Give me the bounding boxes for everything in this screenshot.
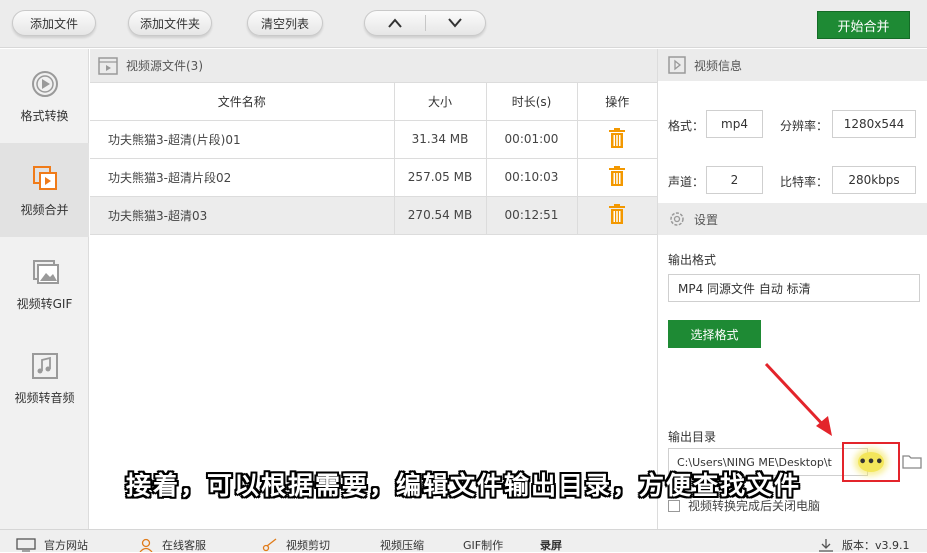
files-panel: 视频源文件(3) 文件名称 大小 时长(s) 操作 功夫熊猫3-超清(片段)01… <box>90 49 657 529</box>
resolution-value: 1280x544 <box>832 110 916 138</box>
bitrate-label: 比特率： <box>780 175 829 189</box>
file-duration: 00:01:00 <box>486 120 578 159</box>
close-after-label: 视频转换完成后关闭电脑 <box>688 499 821 513</box>
table-header-row: 文件名称 大小 时长(s) 操作 <box>90 83 657 121</box>
nav-video-to-audio[interactable]: 视频转音频 <box>0 331 89 425</box>
output-format-label: 输出格式 <box>668 253 717 267</box>
music-icon <box>31 352 58 379</box>
close-after-checkbox[interactable] <box>668 499 680 512</box>
image-icon <box>32 259 59 284</box>
folder-icon[interactable] <box>902 453 922 469</box>
output-dir-input[interactable]: C:\Users\NING ME\Desktop\t <box>668 448 868 476</box>
video-edit-label: 视频剪切 <box>286 539 330 552</box>
status-bar: 官方网站 在线客服 视频剪切 视频压缩 GIF制作 录屏 版本：v3.9.1 <box>0 529 927 552</box>
website-label: 官方网站 <box>44 539 88 552</box>
nav-video-to-gif[interactable]: 视频转GIF <box>0 237 89 331</box>
trash-icon[interactable] <box>608 127 626 148</box>
delete-action-cell <box>577 158 657 197</box>
table-row[interactable]: 功夫熊猫3-超清(片段)01 31.34 MB 00:01:00 <box>90 120 657 159</box>
file-size: 31.34 MB <box>394 120 487 159</box>
video-info-icon <box>668 56 686 74</box>
video-compress-label: 视频压缩 <box>380 539 424 552</box>
version-info: 版本：v3.9.1 <box>818 537 910 553</box>
record-link[interactable]: 录屏 <box>540 537 562 553</box>
scissors-icon <box>262 538 277 552</box>
video-compress-link[interactable]: 视频压缩 <box>380 537 424 553</box>
bitrate-value: 280kbps <box>832 166 916 194</box>
files-panel-header: 视频源文件(3) <box>90 49 657 83</box>
gif-make-link[interactable]: GIF制作 <box>463 537 503 553</box>
column-header-action: 操作 <box>577 83 657 121</box>
output-dir-label: 输出目录 <box>668 430 717 444</box>
monitor-icon <box>16 538 36 552</box>
file-name: 功夫熊猫3-超清03 <box>90 196 395 235</box>
delete-action-cell <box>577 120 657 159</box>
file-size: 257.05 MB <box>394 158 487 197</box>
format-value: mp4 <box>706 110 763 138</box>
file-name: 功夫熊猫3-超清片段02 <box>90 158 395 197</box>
move-up-button[interactable] <box>365 11 425 35</box>
column-header-size: 大小 <box>394 83 487 121</box>
move-buttons <box>364 10 486 36</box>
video-edit-link[interactable]: 视频剪切 <box>262 537 330 553</box>
nav-label: 格式转换 <box>20 108 69 123</box>
column-header-duration: 时长(s) <box>486 83 578 121</box>
gear-icon <box>670 212 684 226</box>
files-panel-title: 视频源文件(3) <box>126 59 203 73</box>
add-folder-button[interactable]: 添加文件夹 <box>128 10 212 36</box>
nav-label: 视频转音频 <box>14 390 75 405</box>
start-merge-button[interactable]: 开始合并 <box>817 11 910 39</box>
add-file-button[interactable]: 添加文件 <box>12 10 96 36</box>
merge-video-icon <box>32 165 57 190</box>
video-file-icon <box>98 56 118 75</box>
red-arrow-annotation <box>764 362 832 436</box>
nav-video-merge[interactable]: 视频合并 <box>0 143 89 237</box>
sidebar: 格式转换 视频合并 视频转GIF 视频转音频 <box>0 49 89 529</box>
output-format-select[interactable]: MP4 同源文件 自动 标清 <box>668 274 920 302</box>
play-circle-icon <box>31 70 58 97</box>
gif-make-label: GIF制作 <box>463 539 504 552</box>
trash-icon[interactable] <box>608 203 626 224</box>
table-row[interactable]: 功夫熊猫3-超清03 270.54 MB 00:12:51 <box>90 196 657 235</box>
download-icon <box>819 539 833 552</box>
nav-label: 视频转GIF <box>16 296 73 311</box>
toolbar: 添加文件 添加文件夹 清空列表 开始合并 <box>0 0 927 48</box>
chevron-down-icon <box>448 18 462 28</box>
video-info-title: 视频信息 <box>694 58 743 73</box>
file-size: 270.54 MB <box>394 196 487 235</box>
file-name: 功夫熊猫3-超清(片段)01 <box>90 120 395 159</box>
record-label: 录屏 <box>540 539 562 552</box>
settings-header: 设置 <box>658 203 927 235</box>
file-table: 文件名称 大小 时长(s) 操作 功夫熊猫3-超清(片段)01 31.34 MB… <box>90 83 657 235</box>
chevron-up-icon <box>387 18 402 28</box>
settings-title: 设置 <box>694 212 719 227</box>
channels-label: 声道： <box>668 175 705 189</box>
support-label: 在线客服 <box>162 539 206 552</box>
nav-format-convert[interactable]: 格式转换 <box>0 49 89 143</box>
delete-action-cell <box>577 196 657 235</box>
file-duration: 00:12:51 <box>486 196 578 235</box>
info-panel: 视频信息 格式： mp4 分辨率： 1280x544 声道： 2 比特率： 28… <box>657 49 927 529</box>
resolution-label: 分辨率： <box>780 119 829 133</box>
clear-list-button[interactable]: 清空列表 <box>247 10 323 36</box>
website-link[interactable]: 官方网站 <box>16 537 88 553</box>
support-link[interactable]: 在线客服 <box>138 537 206 553</box>
channels-value: 2 <box>706 166 763 194</box>
table-row[interactable]: 功夫熊猫3-超清片段02 257.05 MB 00:10:03 <box>90 158 657 197</box>
choose-format-button[interactable]: 选择格式 <box>668 320 761 348</box>
video-info-header: 视频信息 <box>658 49 927 81</box>
column-header-name: 文件名称 <box>90 83 395 121</box>
nav-label: 视频合并 <box>20 202 69 217</box>
move-down-button[interactable] <box>425 11 485 35</box>
user-icon <box>139 538 153 552</box>
trash-icon[interactable] <box>608 165 626 186</box>
close-after-option[interactable]: 视频转换完成后关闭电脑 <box>668 497 820 514</box>
browse-button[interactable]: ••• <box>858 452 884 472</box>
browse-highlight-box: ••• <box>842 442 900 482</box>
file-duration: 00:10:03 <box>486 158 578 197</box>
version-label: 版本：v3.9.1 <box>842 539 910 552</box>
format-label: 格式： <box>668 119 705 133</box>
